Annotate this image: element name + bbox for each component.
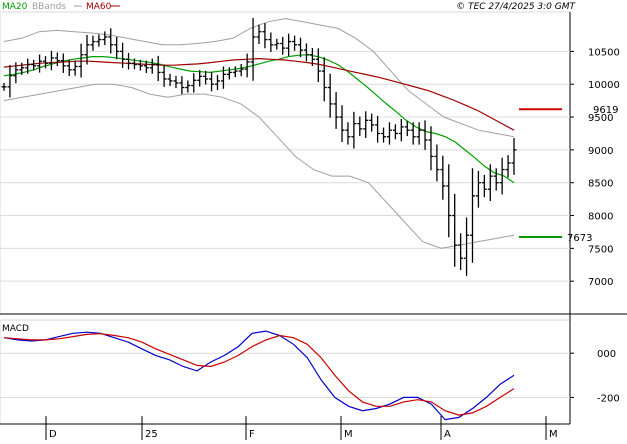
legend-bbands: BBands	[32, 2, 66, 12]
price-bar	[244, 53, 250, 78]
price-bar	[114, 36, 120, 60]
price-bar	[280, 36, 286, 55]
price-bar	[185, 80, 191, 93]
price-bar	[161, 64, 167, 87]
price-bar	[232, 66, 238, 78]
price-tick-label: 7500	[588, 244, 613, 255]
source-label: © TEC 27/4/2025 3:0 GMT	[456, 2, 576, 12]
x-tick-label: D	[49, 429, 57, 440]
price-bar	[203, 70, 209, 85]
price-bar	[149, 58, 155, 74]
price-bar	[214, 75, 220, 91]
price-bar	[102, 31, 108, 46]
price-bar	[363, 111, 369, 138]
x-tick-label: M	[549, 429, 558, 440]
stock-chart: 10500 10000 9500 9000 8500 8000 7500 7000 9619 …	[0, 0, 627, 440]
price-bar	[268, 32, 274, 52]
price-tick-label: 7000	[588, 277, 613, 288]
price-bar	[392, 124, 398, 140]
price-bar	[339, 105, 345, 142]
price-tick-label: 10500	[588, 47, 620, 58]
price-bar	[303, 43, 309, 62]
price-bar	[375, 115, 381, 143]
price-bar	[78, 43, 84, 78]
price-bar	[274, 38, 280, 50]
resistance-label: 9619	[593, 105, 618, 116]
price-bar	[298, 37, 304, 58]
macd-tick-label: 000	[597, 349, 616, 360]
price-bar	[179, 76, 185, 95]
price-bar	[108, 28, 114, 54]
price-bar	[173, 75, 179, 89]
price-bar	[126, 52, 132, 70]
support-label: 7673	[567, 233, 592, 244]
price-bar	[481, 174, 487, 198]
price-bar	[286, 33, 292, 56]
price-bar	[72, 60, 78, 76]
x-axis: D 25 F M A M	[45, 416, 558, 440]
macd-tick-label: -200	[597, 393, 620, 404]
price-bar	[238, 63, 244, 77]
x-tick-label: M	[344, 429, 353, 440]
price-bar	[422, 120, 428, 150]
price-bar	[398, 119, 404, 142]
price-bar	[416, 122, 422, 145]
price-bar	[120, 42, 126, 68]
price-y-ticks: 1050010000950090008500800075007000	[570, 47, 620, 288]
price-bar	[209, 71, 215, 92]
price-bar	[386, 122, 392, 145]
price-tick-label: 8000	[588, 212, 613, 223]
macd-panel-frame	[0, 319, 571, 425]
price-bar	[256, 24, 262, 45]
chart-canvas: 1050010000950090008500800075007000 9619 …	[0, 2, 627, 440]
macd-title: MACD	[2, 324, 29, 334]
macd-y-ticks: 000 -200	[570, 349, 620, 404]
price-bar	[357, 116, 363, 136]
price-bar	[60, 53, 66, 73]
price-bar	[7, 65, 13, 98]
price-tick-label: 9000	[588, 146, 613, 157]
price-bar	[369, 113, 375, 132]
price-bar	[452, 193, 458, 267]
price-bar	[262, 23, 268, 49]
price-bar	[54, 52, 60, 67]
price-bar	[446, 164, 452, 238]
price-bar	[440, 155, 446, 200]
price-bar	[464, 217, 470, 276]
macd-grid	[0, 352, 570, 398]
price-bar	[191, 73, 197, 93]
price-bar	[90, 35, 96, 51]
price-tick-label: 10000	[588, 80, 620, 91]
price-bar	[84, 34, 90, 65]
price-bar	[345, 122, 351, 145]
price-bar	[458, 233, 464, 271]
price-bar	[48, 50, 54, 71]
price-bar	[493, 168, 499, 191]
x-tick-label: F	[249, 429, 255, 440]
x-tick-label: A	[444, 429, 451, 440]
price-bars	[1, 18, 517, 276]
signal-line	[3, 333, 515, 416]
legend-ma60: MA60	[86, 2, 112, 12]
price-tick-label: 8500	[588, 179, 613, 190]
price-bar	[327, 73, 333, 118]
price-bar	[292, 35, 298, 51]
price-bar	[155, 55, 161, 82]
price-bar	[475, 170, 481, 208]
x-tick-label: 25	[145, 429, 158, 440]
price-bar	[511, 138, 517, 175]
macd-lines	[3, 330, 515, 421]
price-bar	[333, 92, 339, 129]
price-bar	[321, 57, 327, 102]
price-bar	[96, 34, 102, 47]
price-bar	[381, 127, 387, 143]
price-bar	[505, 155, 511, 178]
legend-ma20: MA20	[2, 2, 28, 12]
price-bar	[404, 120, 410, 137]
